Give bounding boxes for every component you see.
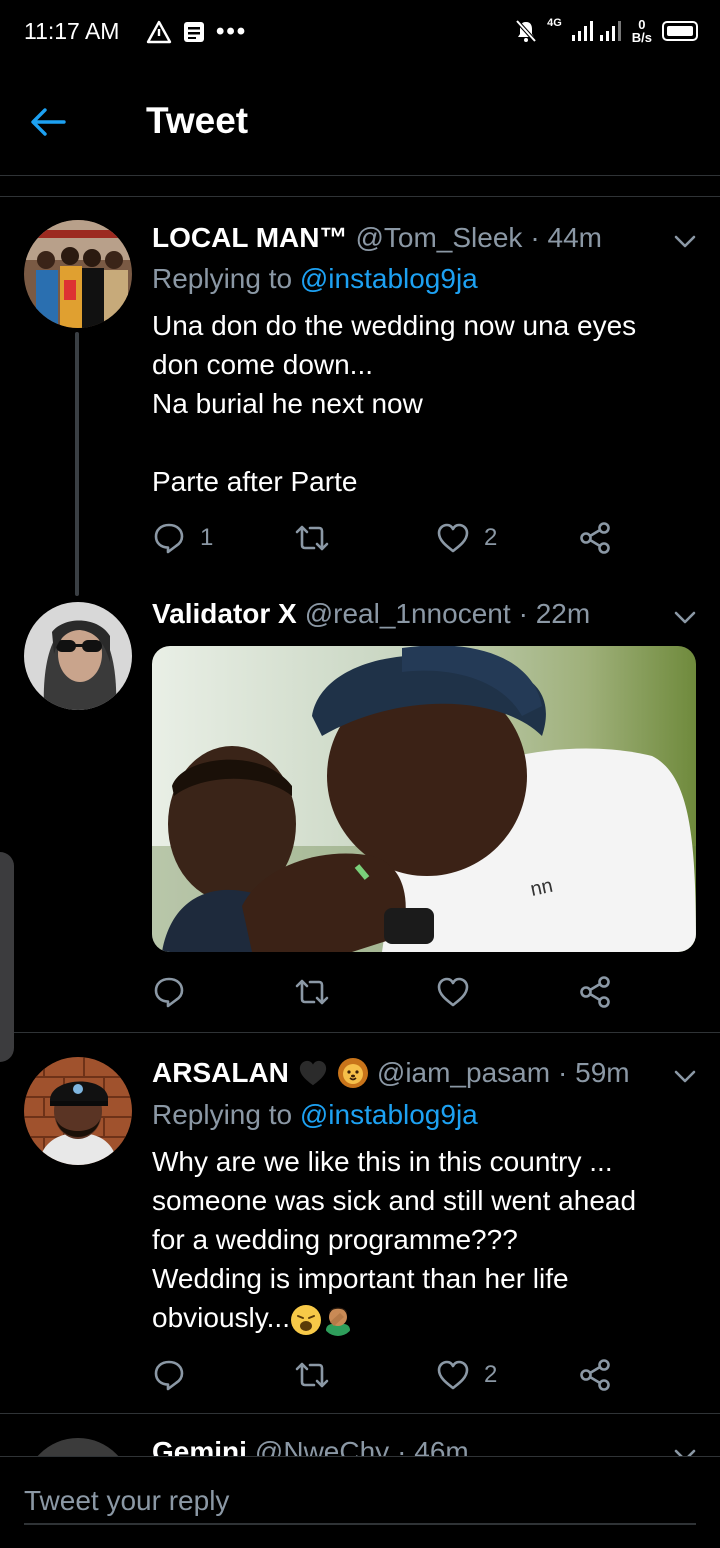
black-heart-emoji: [299, 1060, 327, 1086]
man-drinking-photo: nn: [152, 646, 696, 952]
share-button[interactable]: [578, 1355, 612, 1395]
avatar[interactable]: [24, 1057, 132, 1165]
display-name[interactable]: Validator X: [152, 598, 297, 630]
like-button[interactable]: 2: [436, 518, 497, 558]
status-right-icons: 4G 0 B/s: [515, 14, 698, 48]
tweet-reply-input[interactable]: [24, 1479, 696, 1525]
signal-strength-icon: [571, 21, 621, 41]
chevron-down-icon[interactable]: [672, 1067, 698, 1087]
reply-button[interactable]: 1: [152, 518, 213, 558]
like-button[interactable]: 2: [436, 1355, 497, 1395]
network-type: 4G: [547, 17, 562, 29]
tweet-actions: 2: [152, 1355, 672, 1395]
arrow-left-icon: [31, 108, 66, 136]
tweet-time: · 59m: [558, 1057, 630, 1088]
replying-to-line: Replying to @instablog9ja: [152, 263, 478, 295]
chevron-down-icon[interactable]: [672, 1446, 698, 1456]
thread-connector: [75, 332, 79, 596]
replying-to-label: Replying to: [152, 1099, 293, 1130]
retweet-icon: [295, 1362, 329, 1388]
tweet-time: · 22m: [518, 598, 591, 629]
tweet-time: · 46m: [397, 1436, 469, 1456]
like-button[interactable]: [436, 972, 484, 1012]
reply-button[interactable]: [152, 1355, 200, 1395]
more-notifications-icon: •••: [216, 18, 248, 45]
replying-to-link[interactable]: @instablog9ja: [300, 1099, 478, 1130]
group-photo-avatar-image: [24, 220, 132, 328]
svg-text:nn: nn: [528, 875, 554, 901]
tweet-header: Validator X @real_1nnocent · 22m: [152, 598, 590, 630]
warning-triangle-icon: [146, 20, 172, 44]
display-name[interactable]: Gemini: [152, 1436, 247, 1456]
retweet-icon: [295, 525, 329, 551]
replying-to-label: Replying to: [152, 263, 293, 294]
user-handle[interactable]: @NweChy: [255, 1436, 389, 1456]
reply-icon: [154, 1360, 184, 1391]
status-bar: 11:17 AM ••• 4G 0 B/s: [0, 0, 720, 64]
like-count: 2: [484, 1361, 498, 1388]
lion-emoji: [337, 1058, 368, 1088]
share-icon: [580, 976, 610, 1008]
retweet-button[interactable]: [294, 518, 344, 558]
edge-panel-handle[interactable]: [0, 852, 14, 1062]
replying-to-link[interactable]: @instablog9ja: [300, 263, 478, 294]
woman-sunglasses-avatar-image: [24, 602, 132, 710]
tweet-text-container: Why are we like this in this country ...…: [152, 1142, 692, 1337]
tweet-text: Una don do the wedding now una eyes don …: [152, 310, 637, 497]
user-handle[interactable]: @Tom_Sleek: [355, 222, 522, 254]
page-title: Tweet: [146, 100, 249, 141]
reply-icon: [154, 523, 184, 554]
share-button[interactable]: [578, 518, 612, 558]
tweet-actions: 1 2: [152, 518, 672, 558]
retweet-icon: [295, 979, 329, 1005]
reply-count: 1: [200, 524, 214, 551]
retweet-button[interactable]: [294, 972, 344, 1012]
tweet-local-man[interactable]: LOCAL MAN™ @Tom_Sleek · 44m Replying to …: [0, 196, 720, 596]
avatar[interactable]: [24, 602, 132, 710]
tweet-gemini[interactable]: Gemini @NweChy · 46m: [0, 1414, 720, 1456]
chevron-down-icon[interactable]: [672, 608, 698, 628]
heart-icon: [437, 977, 469, 1007]
tweet-time: · 44m: [530, 222, 602, 253]
message-app-icon: [184, 22, 204, 42]
status-time: 11:17 AM: [24, 18, 120, 44]
display-name[interactable]: LOCAL MAN™: [152, 222, 347, 254]
tweet-arsalan[interactable]: ARSALAN @iam_pasam · 59m Replying to @in…: [0, 1033, 720, 1413]
man-cap-avatar-image: [24, 1057, 132, 1165]
weary-face-emoji: [291, 1304, 321, 1335]
chevron-down-icon[interactable]: [672, 232, 698, 252]
tweet-text: Why are we like this in this country ...…: [152, 1146, 637, 1333]
share-button[interactable]: [578, 972, 612, 1012]
app-header: Tweet: [0, 64, 720, 176]
tweet-media-image[interactable]: nn: [152, 646, 696, 952]
bell-muted-icon: [515, 19, 537, 43]
like-count: 2: [484, 524, 498, 551]
reply-icon: [154, 977, 184, 1008]
avatar[interactable]: [24, 1438, 132, 1456]
man-facepalming-emoji: [326, 1307, 350, 1336]
back-button[interactable]: [30, 102, 82, 142]
status-notification-icons: •••: [146, 18, 247, 46]
tweet-header: ARSALAN @iam_pasam · 59m: [152, 1057, 630, 1089]
retweet-button[interactable]: [294, 1355, 344, 1395]
display-name[interactable]: ARSALAN: [152, 1057, 289, 1089]
tweet-header: LOCAL MAN™ @Tom_Sleek · 44m: [152, 222, 602, 254]
reply-composer: [0, 1456, 720, 1548]
reply-button[interactable]: [152, 972, 200, 1012]
avatar[interactable]: [24, 220, 132, 328]
tweet-validator-x[interactable]: Validator X @real_1nnocent · 22m nn: [0, 596, 720, 1032]
heart-icon: [437, 523, 469, 553]
user-handle[interactable]: @real_1nnocent: [305, 598, 511, 630]
share-icon: [580, 522, 610, 554]
tweet-actions: [152, 972, 672, 1012]
user-avatar-image: [24, 1438, 132, 1456]
share-icon: [580, 1359, 610, 1391]
network-speed: 0 B/s: [631, 17, 652, 45]
tweet-header: Gemini @NweChy · 46m: [152, 1436, 469, 1456]
heart-icon: [437, 1360, 469, 1390]
replying-to-line: Replying to @instablog9ja: [152, 1099, 478, 1131]
user-handle[interactable]: @iam_pasam: [377, 1057, 550, 1089]
battery-icon: [662, 21, 698, 41]
